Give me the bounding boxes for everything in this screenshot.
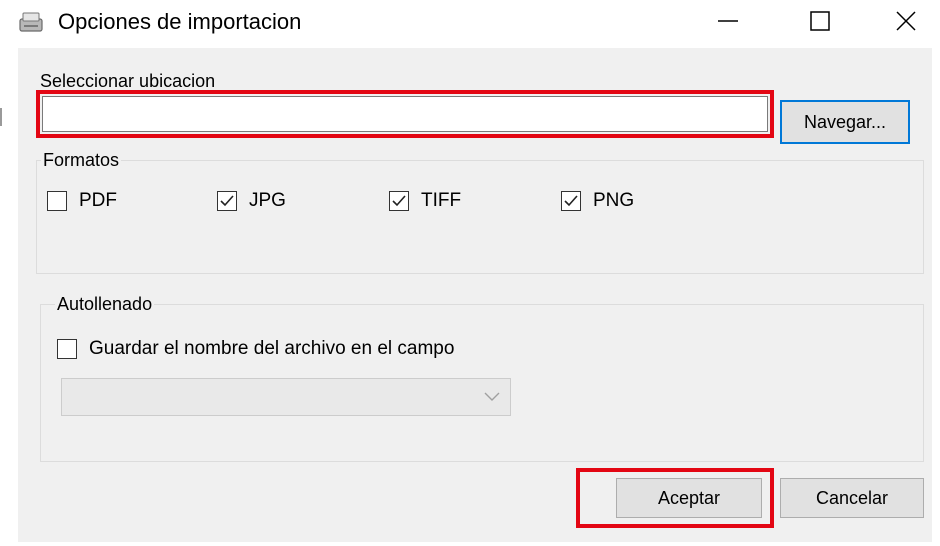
- scanner-icon: [18, 10, 44, 34]
- format-pdf-checkbox[interactable]: PDF: [47, 189, 117, 213]
- dialog-client-area: Seleccionar ubicacion Navegar... Formato…: [18, 48, 932, 542]
- close-button[interactable]: [876, 0, 936, 46]
- maximize-button[interactable]: [790, 0, 850, 46]
- close-icon: [895, 10, 917, 37]
- window-title: Opciones de importacion: [58, 9, 302, 34]
- field-select[interactable]: [61, 378, 511, 416]
- checkmark-icon: [389, 191, 409, 211]
- format-pdf-label: PDF: [79, 190, 117, 211]
- save-filename-checkbox[interactable]: Guardar el nombre del archivo en el camp…: [57, 337, 454, 361]
- save-filename-label: Guardar el nombre del archivo en el camp…: [89, 338, 455, 359]
- format-png-checkbox[interactable]: PNG: [561, 189, 634, 213]
- checkmark-icon: [217, 191, 237, 211]
- title-bar[interactable]: Opciones de importacion: [0, 0, 940, 50]
- import-options-dialog: Opciones de importacion Seleccionar ubic…: [0, 0, 940, 546]
- formats-group: Formatos PDF JPG TIFF PNG: [36, 149, 924, 274]
- cancel-button[interactable]: Cancelar: [780, 478, 924, 518]
- format-png-label: PNG: [593, 190, 635, 211]
- accept-button[interactable]: Aceptar: [616, 478, 762, 518]
- formats-legend: Formatos: [41, 149, 122, 171]
- format-jpg-label: JPG: [249, 190, 286, 211]
- format-jpg-checkbox[interactable]: JPG: [217, 189, 286, 213]
- checkbox-unchecked-icon: [47, 191, 67, 211]
- minimize-icon: [717, 10, 739, 37]
- checkmark-icon: [561, 191, 581, 211]
- location-label: Seleccionar ubicacion: [40, 71, 216, 91]
- chevron-down-icon: [474, 379, 510, 415]
- maximize-icon: [809, 10, 831, 37]
- browse-button[interactable]: Navegar...: [780, 100, 910, 144]
- autofill-legend: Autollenado: [55, 293, 155, 315]
- checkbox-unchecked-icon: [57, 339, 77, 359]
- edge-mark: [0, 108, 2, 126]
- minimize-button[interactable]: [698, 0, 758, 46]
- format-tiff-checkbox[interactable]: TIFF: [389, 189, 461, 213]
- autofill-group: Autollenado Guardar el nombre del archiv…: [40, 293, 924, 462]
- format-tiff-label: TIFF: [421, 190, 462, 211]
- location-path-input[interactable]: [42, 96, 768, 132]
